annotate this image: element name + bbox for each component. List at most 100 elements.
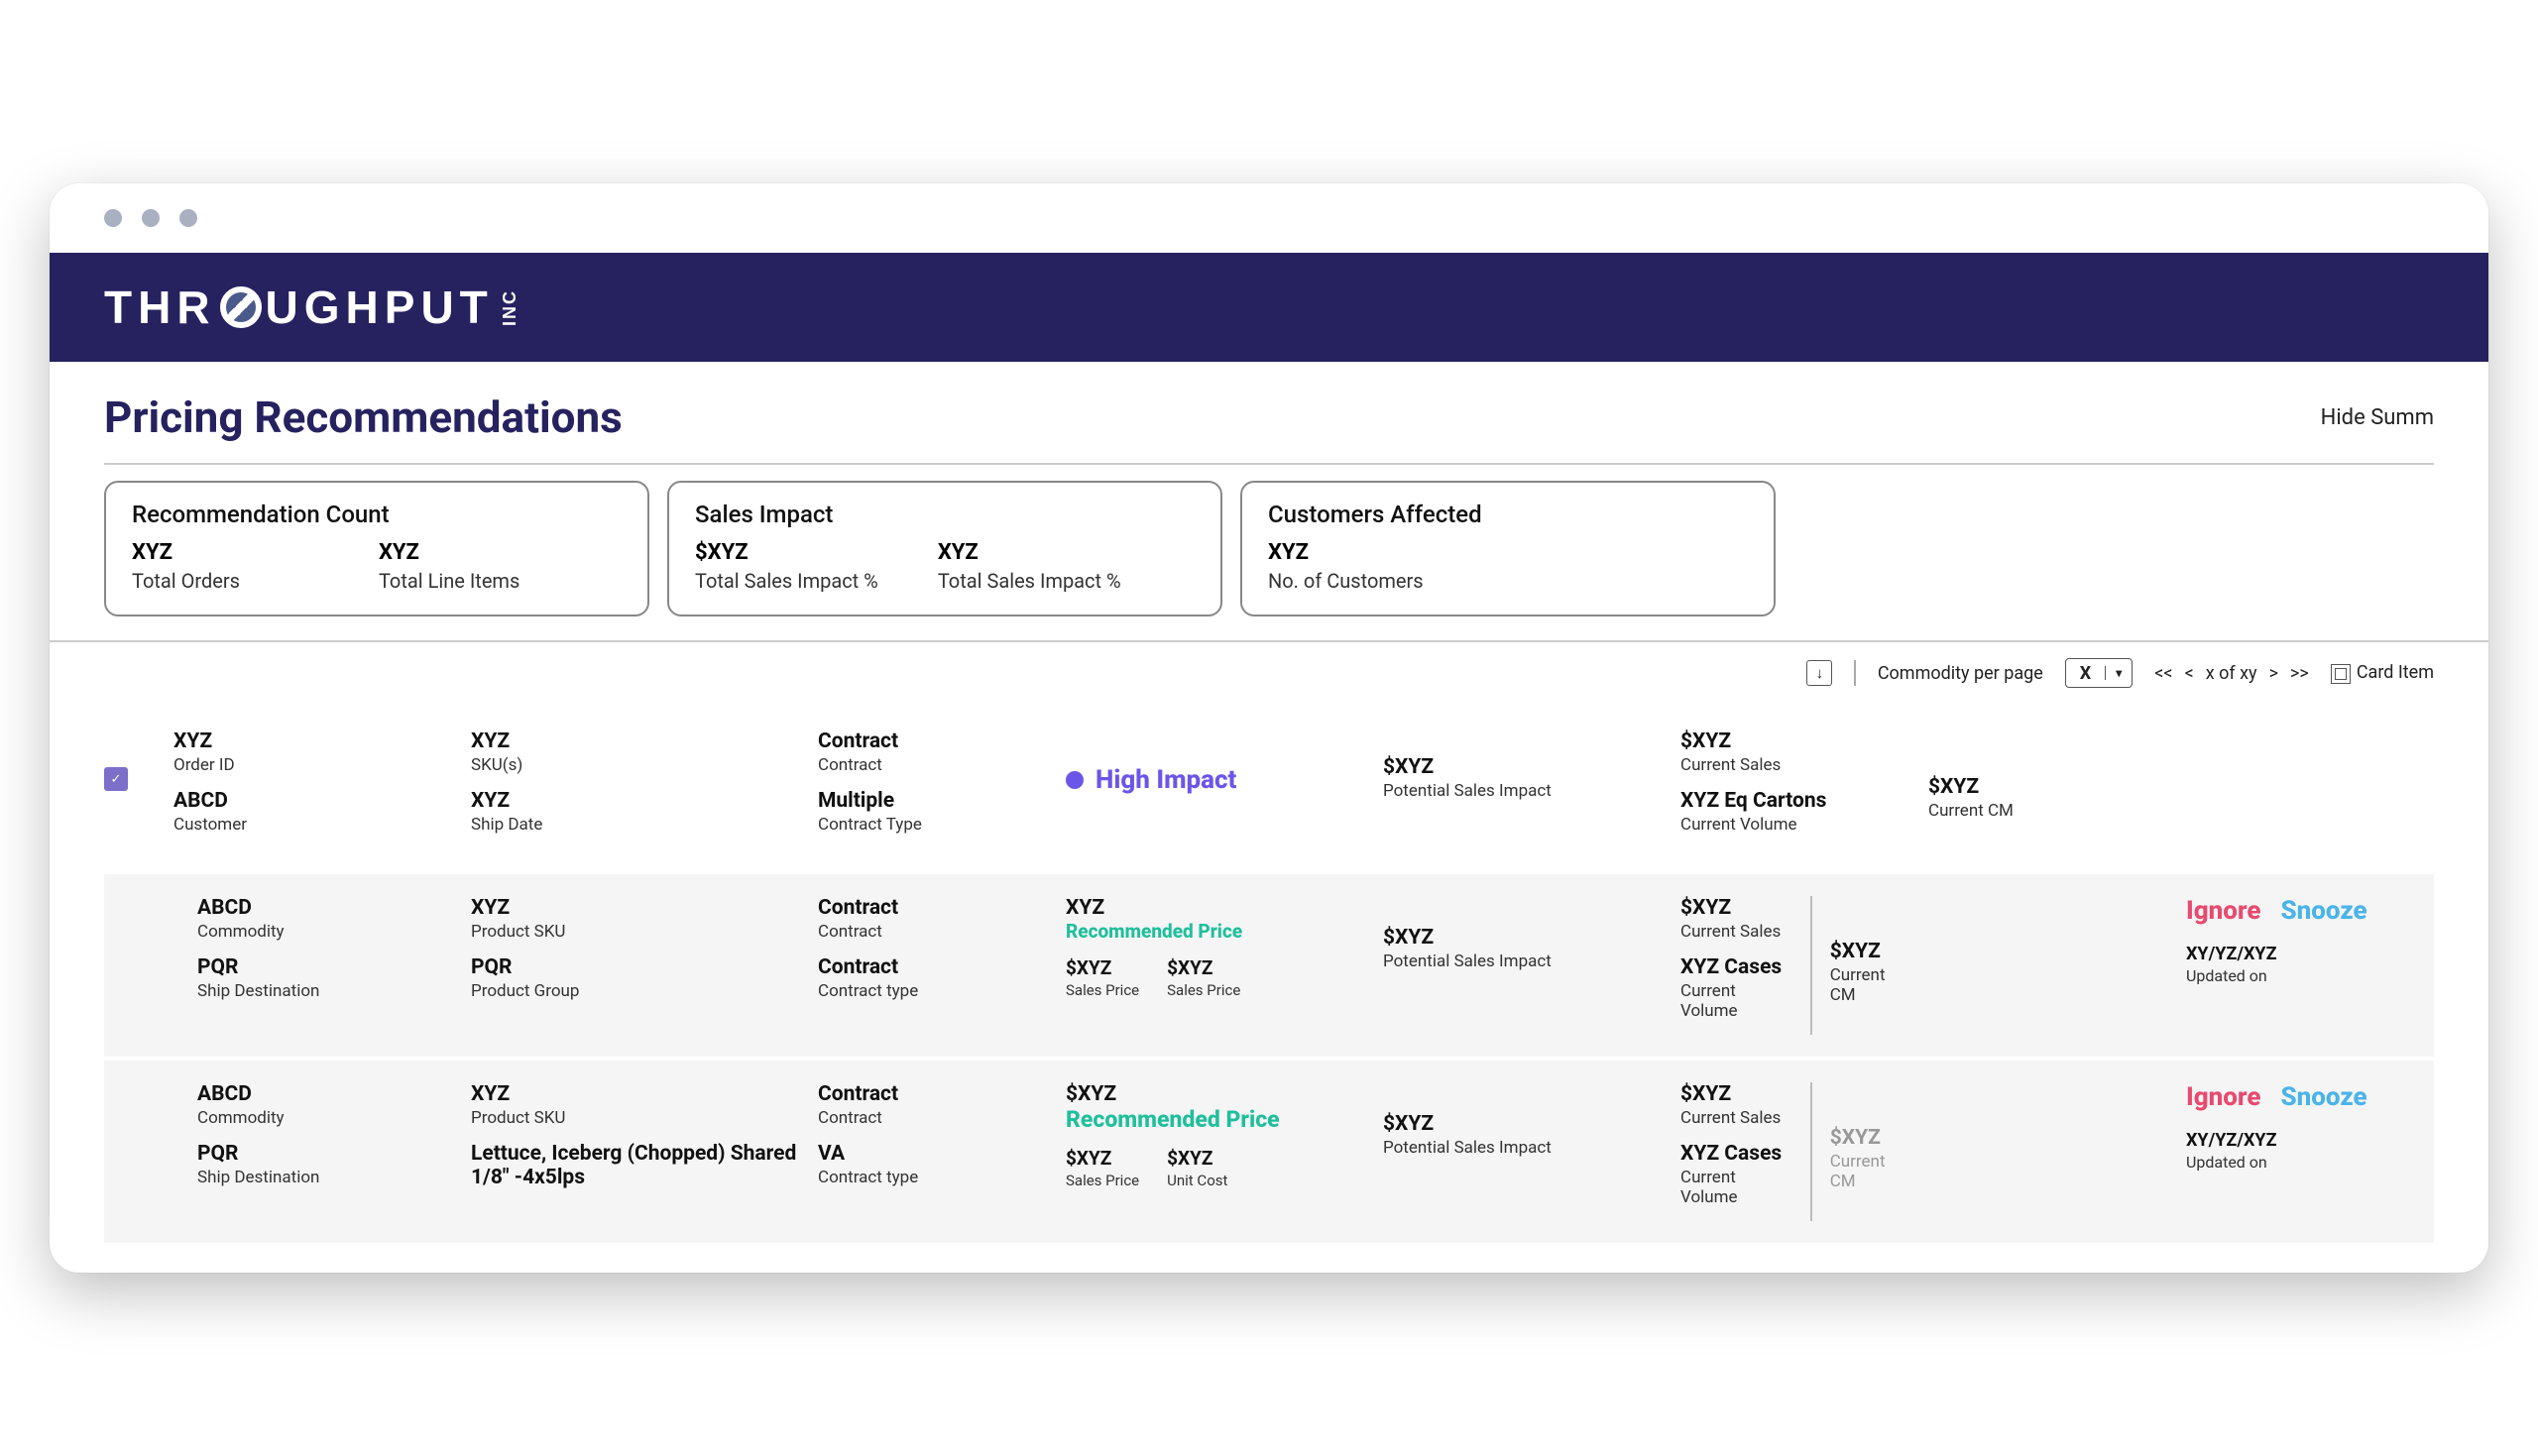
current-cm-value: $XYZ	[1830, 940, 1908, 963]
sales-price-2-value: $XYZ	[1167, 956, 1240, 979]
product-sku-value: XYZ	[471, 896, 798, 920]
commodity-label: Commodity	[197, 1108, 451, 1128]
customer-value: ABCD	[173, 789, 451, 813]
sales-price-2-value: $XYZ	[1167, 1147, 1227, 1170]
order-id-value: XYZ	[173, 729, 451, 753]
traffic-light-dot[interactable]	[104, 209, 122, 227]
recommendation-row: ABCD Commodity PQR Ship Destination XYZ …	[104, 870, 2434, 1057]
metric-value: XYZ	[1268, 540, 1424, 565]
card-title: Recommendation Count	[132, 501, 622, 528]
current-volume-label: Current Volume	[1680, 815, 1908, 835]
contract-value: Contract	[818, 896, 1046, 920]
sales-price-2-label: Unit Cost	[1167, 1172, 1227, 1189]
toolbar-separator	[1854, 660, 1856, 686]
card-item-toggle[interactable]: Card Item	[2331, 662, 2434, 683]
contract-label: Contract	[818, 755, 1046, 775]
updated-on-label: Updated on	[2186, 966, 2424, 985]
card-sales-impact: Sales Impact $XYZ Total Sales Impact % X…	[667, 481, 1222, 616]
page-title: Pricing Recommendations	[104, 392, 623, 443]
psi-value: $XYZ	[1383, 926, 1661, 950]
sales-price-1-value: $XYZ	[1066, 956, 1139, 979]
product-group-value: Lettuce, Iceberg (Chopped) Shared 1/8" -…	[471, 1142, 798, 1189]
ignore-button[interactable]: Ignore	[2186, 896, 2260, 926]
psi-value: $XYZ	[1383, 755, 1661, 779]
impact-label: High Impact	[1096, 765, 1236, 795]
vertical-separator	[1810, 1082, 1812, 1221]
current-sales-value: $XYZ	[1680, 729, 1908, 753]
ship-destination-label: Ship Destination	[197, 981, 451, 1001]
brand-inc: INC	[500, 289, 520, 326]
snooze-button[interactable]: Snooze	[2280, 1082, 2366, 1112]
sales-price-1-label: Sales Price	[1066, 981, 1139, 999]
current-cm-value: $XYZ	[1830, 1126, 1908, 1150]
metric-value: XYZ	[938, 540, 1121, 565]
recommended-price-label: Recommended Price	[1066, 920, 1363, 943]
metric-label: Total Sales Impact %	[695, 569, 878, 593]
current-cm-label: Current CM	[1830, 1152, 1908, 1191]
ship-destination-value: PQR	[197, 955, 451, 979]
metric-value: XYZ	[379, 540, 519, 565]
snooze-button[interactable]: Snooze	[2280, 896, 2366, 926]
contract-type-label: Contract type	[818, 1168, 1046, 1187]
product-group-label: Product Group	[471, 981, 798, 1001]
recommended-price-label: Recommended Price	[1066, 1106, 1363, 1133]
updated-on-value: XY/YZ/XYZ	[2186, 1130, 2424, 1151]
psi-value: $XYZ	[1383, 1112, 1661, 1136]
sales-price-1-value: $XYZ	[1066, 1147, 1139, 1170]
metric-label: Total Orders	[132, 569, 240, 593]
traffic-light-dot[interactable]	[142, 209, 160, 227]
brand-header: THRUGHPUTINC	[50, 253, 2488, 362]
pager-prev-button[interactable]: <	[2185, 663, 2194, 684]
contract-type-label: Contract Type	[818, 815, 1046, 835]
current-cm-label: Current CM	[1830, 965, 1908, 1005]
pager-first-button[interactable]: <<	[2154, 663, 2172, 684]
contract-label: Contract	[818, 922, 1046, 942]
product-sku-value: XYZ	[471, 1082, 798, 1106]
metric-label: No. of Customers	[1268, 569, 1424, 593]
metric-value: XYZ	[132, 540, 240, 565]
current-volume-value: XYZ Cases	[1680, 955, 1792, 979]
product-sku-label: Product SKU	[471, 1108, 798, 1128]
contract-type-value: Contract	[818, 955, 1046, 979]
card-recommendation-count: Recommendation Count XYZ Total Orders XY…	[104, 481, 649, 616]
metric-value: $XYZ	[695, 540, 878, 565]
traffic-light-dot[interactable]	[179, 209, 197, 227]
current-cm-value: $XYZ	[1928, 775, 2166, 799]
ship-destination-value: PQR	[197, 1142, 451, 1166]
window-chrome	[50, 183, 2488, 253]
contract-type-label: Contract type	[818, 981, 1046, 1001]
customer-label: Customer	[173, 815, 451, 835]
recommended-price-value: $XYZ	[1066, 1082, 1363, 1106]
metric-label: Total Sales Impact %	[938, 569, 1121, 593]
card-title: Customers Affected	[1268, 501, 1748, 528]
card-view-icon	[2331, 664, 2351, 684]
brand-logo: THRUGHPUTINC	[104, 280, 520, 334]
pager-next-button[interactable]: >	[2269, 663, 2278, 684]
brand-o-icon	[220, 286, 262, 328]
chevron-down-icon: ▾	[2105, 666, 2132, 680]
current-volume-label: Current Volume	[1680, 981, 1792, 1021]
page-size-select[interactable]: X ▾	[2065, 658, 2133, 688]
page-size-value: X	[2066, 663, 2105, 684]
app-window: THRUGHPUTINC Pricing Recommendations Hid…	[50, 183, 2488, 1273]
hide-summary-toggle[interactable]: Hide Summ	[2321, 405, 2434, 430]
impact-dot-icon	[1066, 771, 1084, 789]
current-sales-label: Current Sales	[1680, 922, 1792, 942]
current-volume-value: XYZ Eq Cartons	[1680, 789, 1908, 813]
current-sales-label: Current Sales	[1680, 755, 1908, 775]
pager-last-button[interactable]: >>	[2290, 663, 2309, 684]
commodity-label: Commodity	[197, 922, 451, 942]
contract-label: Contract	[818, 1108, 1046, 1128]
list-toolbar: ↓ Commodity per page X ▾ << < x of xy > …	[104, 658, 2434, 688]
current-sales-label: Current Sales	[1680, 1108, 1792, 1128]
product-group-value: PQR	[471, 955, 798, 979]
vertical-separator	[1810, 896, 1812, 1035]
section-divider	[50, 640, 2488, 642]
card-title: Sales Impact	[695, 501, 1195, 528]
ignore-button[interactable]: Ignore	[2186, 1082, 2260, 1112]
psi-label: Potential Sales Impact	[1383, 952, 1661, 971]
select-all-checkbox[interactable]: ✓	[104, 767, 128, 791]
psi-label: Potential Sales Impact	[1383, 781, 1661, 801]
download-icon[interactable]: ↓	[1806, 660, 1832, 686]
order-id-label: Order ID	[173, 755, 451, 775]
